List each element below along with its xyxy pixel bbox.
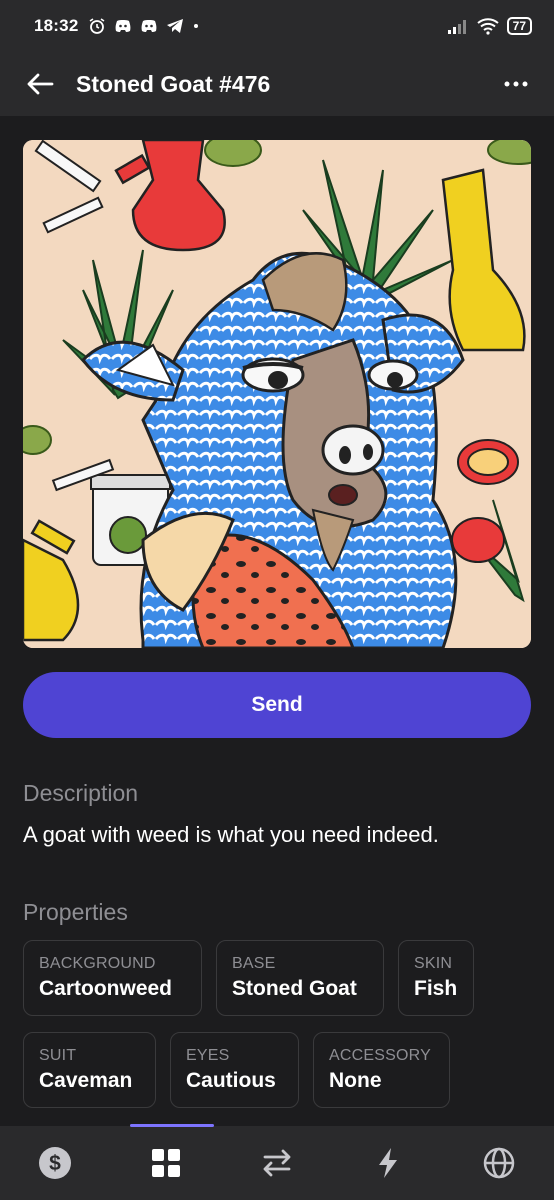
property-label: SKIN (414, 955, 453, 972)
dot-icon (194, 24, 199, 28)
back-button[interactable] (22, 66, 58, 102)
nav-activity[interactable] (358, 1133, 418, 1193)
property-card-suit: SUIT Caveman (23, 1032, 156, 1108)
property-card-background: BACKGROUND Cartoonweed (23, 940, 202, 1016)
property-label: SUIT (39, 1047, 77, 1064)
property-label: BASE (232, 955, 276, 972)
signal-icon (447, 20, 466, 34)
property-value: Stoned Goat (232, 977, 357, 1000)
property-value: Cautious (186, 1069, 276, 1092)
discord-icon (116, 20, 131, 32)
bolt-icon (378, 1148, 397, 1178)
battery-indicator: 77 (506, 17, 532, 35)
nav-wallet[interactable]: $ (25, 1133, 85, 1193)
property-value: Caveman (39, 1069, 133, 1092)
more-dots-icon (504, 81, 528, 87)
notification-icons (88, 17, 200, 35)
nav-collectibles[interactable] (136, 1133, 196, 1193)
description-heading: Description (23, 780, 139, 806)
svg-text:$: $ (50, 1152, 62, 1175)
description-text: A goat with weed is what you need indeed… (23, 822, 439, 847)
active-tab-indicator (130, 1124, 214, 1127)
property-label: EYES (186, 1047, 230, 1064)
property-card-eyes: EYES Cautious (170, 1032, 299, 1108)
alarm-icon (90, 18, 105, 34)
property-value: None (329, 1069, 382, 1092)
property-value: Cartoonweed (39, 977, 173, 1000)
bottom-nav: $ (0, 1124, 554, 1200)
nav-swap[interactable] (247, 1133, 307, 1193)
nav-browser[interactable] (469, 1133, 529, 1193)
dollar-icon: $ (39, 1147, 72, 1179)
status-time: 18:32 (34, 16, 79, 35)
send-button[interactable]: Send (23, 672, 531, 738)
stoned-goat-artwork-icon (23, 140, 531, 648)
more-options-button[interactable] (500, 68, 532, 100)
properties-heading: Properties (23, 899, 128, 925)
arrow-left-icon (27, 73, 54, 95)
property-card-base: BASE Stoned Goat (216, 940, 384, 1016)
status-bar: 18:32 77 (0, 0, 554, 52)
property-card-skin: SKIN Fish (398, 940, 474, 1016)
wifi-icon (477, 18, 499, 35)
property-value: Fish (414, 977, 458, 1000)
property-card-accessory: ACCESSORY None (313, 1032, 450, 1108)
nft-image[interactable] (23, 140, 531, 648)
system-status: 77 (447, 17, 532, 35)
swap-icon (263, 1149, 291, 1177)
telegram-icon (167, 19, 184, 33)
property-label: ACCESSORY (329, 1047, 431, 1064)
page-title: Stoned Goat #476 (76, 70, 271, 97)
discord-icon (142, 20, 157, 32)
grid-icon (152, 1149, 181, 1177)
globe-icon (483, 1147, 514, 1179)
property-label: BACKGROUND (39, 955, 156, 972)
app-header: Stoned Goat #476 (0, 52, 554, 116)
